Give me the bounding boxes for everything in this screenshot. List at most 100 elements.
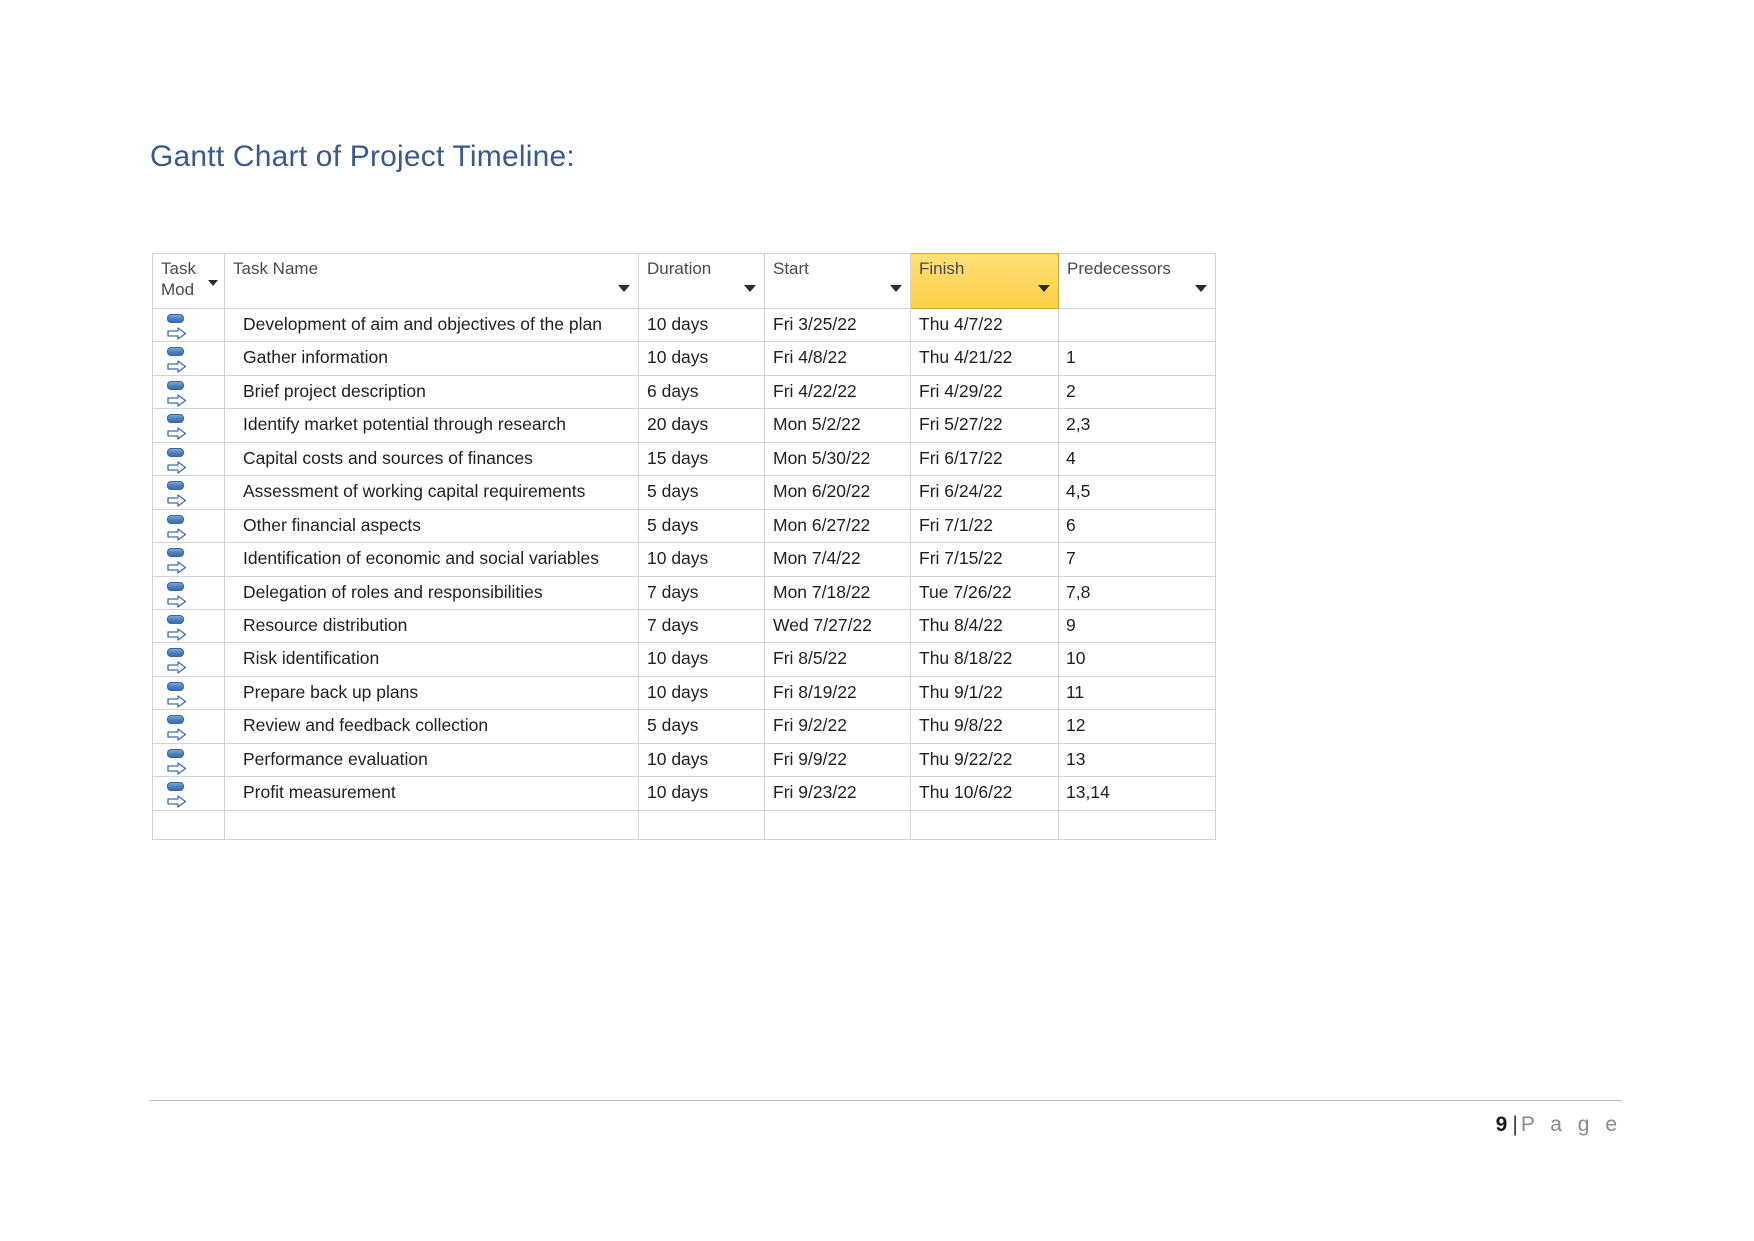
cell-start[interactable]: Fri 3/25/22 — [764, 307, 911, 343]
cell-start[interactable]: Mon 7/4/22 — [764, 542, 911, 577]
column-header-start[interactable]: Start — [764, 253, 911, 309]
cell-start[interactable]: Fri 4/8/22 — [764, 341, 911, 376]
cell-duration[interactable]: 5 days — [638, 709, 765, 744]
table-row-empty[interactable] — [152, 809, 1216, 840]
cell-finish[interactable]: Thu 4/7/22 — [910, 307, 1059, 343]
cell-start[interactable]: Fri 9/2/22 — [764, 709, 911, 744]
table-row[interactable]: Capital costs and sources of finances 15 … — [152, 441, 1216, 477]
cell-duration[interactable]: 10 days — [638, 642, 765, 677]
cell-duration[interactable]: 10 days — [638, 742, 765, 778]
table-row[interactable]: Prepare back up plans 10 days Fri 8/19/22 T… — [152, 675, 1216, 711]
cell-finish[interactable]: Thu 8/18/22 — [910, 642, 1059, 677]
cell-taskmode[interactable] — [152, 575, 225, 610]
cell-predecessors[interactable]: 13 — [1058, 742, 1216, 778]
cell-start[interactable]: Fri 9/9/22 — [764, 742, 911, 778]
cell-start[interactable]: Mon 6/27/22 — [764, 508, 911, 544]
chevron-down-icon[interactable] — [744, 285, 756, 292]
cell-taskname[interactable]: Profit measurement — [224, 776, 639, 811]
cell-duration[interactable]: 10 days — [638, 307, 765, 343]
cell-duration[interactable] — [638, 809, 765, 840]
table-row[interactable]: Delegation of roles and responsibilities… — [152, 575, 1216, 610]
cell-taskname[interactable]: Capital costs and sources of finances — [224, 441, 639, 477]
cell-finish[interactable]: Thu 9/1/22 — [910, 675, 1059, 711]
cell-duration[interactable]: 5 days — [638, 475, 765, 510]
cell-taskmode[interactable] — [152, 307, 225, 343]
cell-taskmode[interactable] — [152, 709, 225, 744]
cell-start[interactable]: Fri 8/5/22 — [764, 642, 911, 677]
cell-taskname[interactable]: Identification of economic and social va… — [224, 542, 639, 577]
cell-finish[interactable]: Thu 8/4/22 — [910, 608, 1059, 644]
cell-taskmode[interactable] — [152, 809, 225, 840]
cell-taskname[interactable]: Brief project description — [224, 374, 639, 410]
cell-predecessors[interactable]: 11 — [1058, 675, 1216, 711]
cell-taskmode[interactable] — [152, 441, 225, 477]
cell-start[interactable]: Fri 8/19/22 — [764, 675, 911, 711]
cell-predecessors[interactable]: 9 — [1058, 608, 1216, 644]
cell-taskname[interactable]: Resource distribution — [224, 608, 639, 644]
cell-finish[interactable]: Fri 6/17/22 — [910, 441, 1059, 477]
cell-taskname[interactable]: Development of aim and objectives of the… — [224, 307, 639, 343]
column-header-predecessors[interactable]: Predecessors — [1058, 253, 1216, 309]
cell-start[interactable]: Fri 4/22/22 — [764, 374, 911, 410]
cell-duration[interactable]: 10 days — [638, 675, 765, 711]
table-row[interactable]: Profit measurement 10 days Fri 9/23/22 Thu … — [152, 776, 1216, 811]
table-row[interactable]: Risk identification 10 days Fri 8/5/22 Thu … — [152, 642, 1216, 677]
cell-taskname[interactable]: Delegation of roles and responsibilities — [224, 575, 639, 610]
cell-taskmode[interactable] — [152, 776, 225, 811]
cell-start[interactable]: Wed 7/27/22 — [764, 608, 911, 644]
cell-taskmode[interactable] — [152, 675, 225, 711]
cell-taskmode[interactable] — [152, 742, 225, 778]
cell-start[interactable]: Mon 7/18/22 — [764, 575, 911, 610]
cell-start[interactable]: Fri 9/23/22 — [764, 776, 911, 811]
cell-finish[interactable]: Thu 9/22/22 — [910, 742, 1059, 778]
cell-taskname[interactable]: Prepare back up plans — [224, 675, 639, 711]
cell-duration[interactable]: 7 days — [638, 575, 765, 610]
chevron-down-icon[interactable] — [208, 280, 218, 286]
cell-finish[interactable]: Fri 4/29/22 — [910, 374, 1059, 410]
table-row[interactable]: Gather information 10 days Fri 4/8/22 Thu 4… — [152, 341, 1216, 376]
cell-taskmode[interactable] — [152, 508, 225, 544]
table-row[interactable]: Identification of economic and social va… — [152, 542, 1216, 577]
table-row[interactable]: Resource distribution 7 days Wed 7/27/22 Th… — [152, 608, 1216, 644]
cell-finish[interactable]: Fri 7/1/22 — [910, 508, 1059, 544]
table-row[interactable]: Other financial aspects 5 days Mon 6/27/22… — [152, 508, 1216, 544]
cell-predecessors[interactable]: 4 — [1058, 441, 1216, 477]
cell-finish[interactable]: Thu 10/6/22 — [910, 776, 1059, 811]
cell-duration[interactable]: 10 days — [638, 542, 765, 577]
table-row[interactable]: Identify market potential through resear… — [152, 408, 1216, 443]
cell-duration[interactable]: 7 days — [638, 608, 765, 644]
cell-finish[interactable] — [910, 809, 1059, 840]
cell-finish[interactable]: Fri 6/24/22 — [910, 475, 1059, 510]
table-row[interactable]: Assessment of working capital requiremen… — [152, 475, 1216, 510]
cell-predecessors[interactable]: 12 — [1058, 709, 1216, 744]
cell-finish[interactable]: Thu 9/8/22 — [910, 709, 1059, 744]
cell-duration[interactable]: 10 days — [638, 341, 765, 376]
cell-taskmode[interactable] — [152, 542, 225, 577]
cell-taskname[interactable]: Gather information — [224, 341, 639, 376]
cell-taskname[interactable]: Performance evaluation — [224, 742, 639, 778]
cell-predecessors[interactable]: 2 — [1058, 374, 1216, 410]
cell-taskname[interactable]: Review and feedback collection — [224, 709, 639, 744]
column-header-finish[interactable]: Finish — [910, 253, 1059, 309]
cell-duration[interactable]: 15 days — [638, 441, 765, 477]
cell-taskmode[interactable] — [152, 374, 225, 410]
chevron-down-icon[interactable] — [1038, 285, 1050, 292]
chevron-down-icon[interactable] — [1195, 285, 1207, 292]
table-row[interactable]: Performance evaluation 10 days Fri 9/9/22 T… — [152, 742, 1216, 778]
cell-duration[interactable]: 20 days — [638, 408, 765, 443]
cell-finish[interactable]: Thu 4/21/22 — [910, 341, 1059, 376]
table-row[interactable]: Review and feedback collection 5 days Fri … — [152, 709, 1216, 744]
cell-predecessors[interactable]: 6 — [1058, 508, 1216, 544]
cell-predecessors[interactable] — [1058, 307, 1216, 343]
cell-start[interactable]: Mon 6/20/22 — [764, 475, 911, 510]
cell-start[interactable]: Mon 5/30/22 — [764, 441, 911, 477]
cell-taskname[interactable] — [224, 809, 639, 840]
cell-taskname[interactable]: Identify market potential through resear… — [224, 408, 639, 443]
cell-finish[interactable]: Fri 5/27/22 — [910, 408, 1059, 443]
cell-start[interactable] — [764, 809, 911, 840]
column-header-duration[interactable]: Duration — [638, 253, 765, 309]
cell-finish[interactable]: Tue 7/26/22 — [910, 575, 1059, 610]
cell-duration[interactable]: 10 days — [638, 776, 765, 811]
cell-duration[interactable]: 5 days — [638, 508, 765, 544]
cell-taskmode[interactable] — [152, 341, 225, 376]
